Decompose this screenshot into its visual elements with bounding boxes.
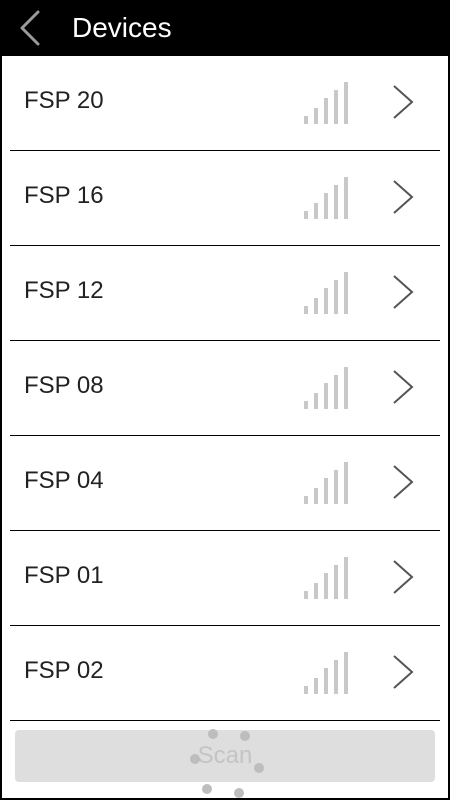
- chevron-right-icon: [393, 560, 414, 594]
- chevron-right-icon: [393, 180, 414, 214]
- device-list-container: FSP 20 FSP 16 FSP 12 FSP 08 FSP 04 FSP 0…: [2, 56, 448, 798]
- page-title: Devices: [72, 12, 172, 43]
- chevron-right-icon: [393, 465, 414, 499]
- chevron-right-icon: [393, 275, 414, 309]
- device-name: FSP 16: [24, 182, 104, 209]
- signal-strength-icon: [304, 652, 348, 694]
- device-row[interactable]: FSP 01: [10, 531, 440, 626]
- chevron-left-icon: [20, 10, 40, 46]
- device-row[interactable]: FSP 02: [10, 626, 440, 721]
- device-row[interactable]: FSP 04: [10, 436, 440, 531]
- device-row[interactable]: FSP 20: [10, 56, 440, 151]
- device-row[interactable]: FSP 08: [10, 341, 440, 436]
- device-row[interactable]: FSP 12: [10, 246, 440, 341]
- back-button[interactable]: [12, 8, 52, 48]
- header-bar: Devices: [0, 0, 450, 56]
- signal-strength-icon: [304, 82, 348, 124]
- device-name: FSP 04: [24, 467, 104, 494]
- signal-strength-icon: [304, 557, 348, 599]
- chevron-right-icon: [393, 370, 414, 404]
- device-name: FSP 02: [24, 657, 104, 684]
- chevron-right-icon: [393, 655, 414, 689]
- device-list: FSP 20 FSP 16 FSP 12 FSP 08 FSP 04 FSP 0…: [2, 56, 448, 721]
- signal-strength-icon: [304, 367, 348, 409]
- device-name: FSP 08: [24, 372, 104, 399]
- device-name: FSP 01: [24, 562, 104, 589]
- scan-button[interactable]: Scan: [15, 729, 435, 798]
- device-row[interactable]: FSP 16: [10, 151, 440, 246]
- chevron-right-icon: [393, 85, 414, 119]
- signal-strength-icon: [304, 177, 348, 219]
- device-name: FSP 12: [24, 277, 104, 304]
- device-name: FSP 20: [24, 87, 104, 114]
- signal-strength-icon: [304, 272, 348, 314]
- app-screen: Devices FSP 20 FSP 16 FSP 12 FSP 08 FSP …: [0, 0, 450, 800]
- signal-strength-icon: [304, 462, 348, 504]
- loading-spinner-icon: [190, 729, 264, 798]
